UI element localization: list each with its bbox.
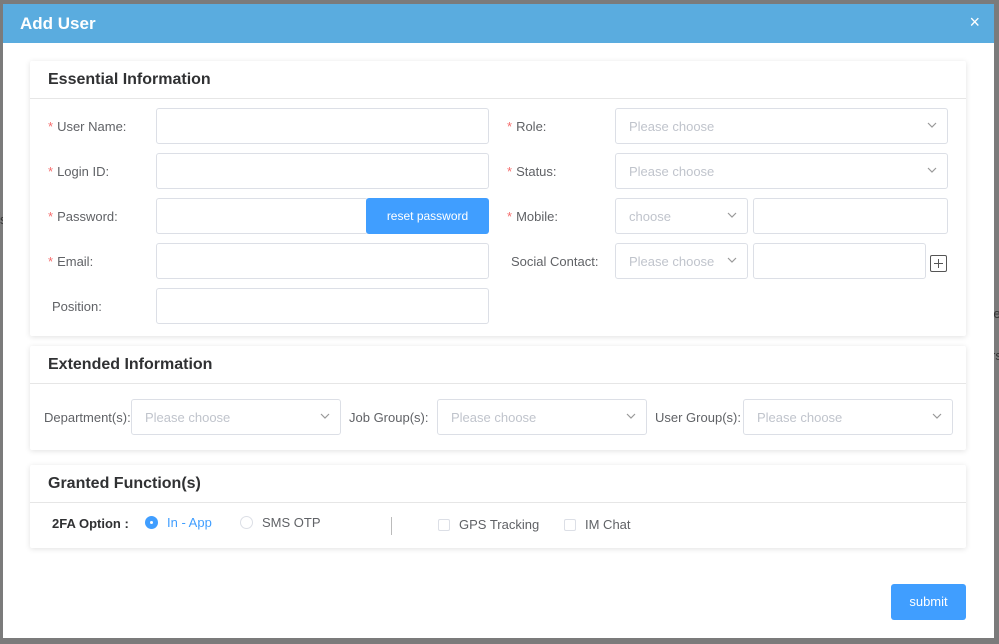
status-select[interactable]: Please choose (615, 153, 948, 189)
required-mark: * (507, 164, 513, 179)
job-group-label: Job Group(s): (349, 410, 429, 425)
user-group-select[interactable]: Please choose (743, 399, 953, 435)
job-group-placeholder: Please choose (451, 410, 537, 425)
options-divider (391, 517, 392, 535)
granted-functions-section: Granted Function(s) 2FA Option : In - Ap… (30, 465, 966, 548)
chevron-down-icon (927, 122, 937, 128)
dialog-title: Add User (20, 14, 96, 33)
chevron-down-icon (320, 413, 330, 419)
chevron-down-icon (626, 413, 636, 419)
mobile-label: * Mobile: (507, 209, 558, 224)
user-name-input[interactable] (156, 108, 489, 144)
status-label: * Status: (507, 164, 557, 179)
im-chat-checkbox[interactable] (564, 519, 576, 531)
required-mark: * (48, 254, 54, 269)
submit-button[interactable]: submit (891, 584, 966, 620)
social-contact-placeholder: Please choose (629, 254, 715, 269)
social-contact-input[interactable] (753, 243, 926, 279)
gps-tracking-label[interactable]: GPS Tracking (459, 517, 539, 532)
im-chat-label[interactable]: IM Chat (585, 517, 631, 532)
radio-sms-otp-label[interactable]: SMS OTP (262, 515, 321, 530)
department-select[interactable]: Please choose (131, 399, 341, 435)
essential-information-heading: Essential Information (30, 61, 966, 99)
job-group-select[interactable]: Please choose (437, 399, 647, 435)
dialog-title-bar: Add User × (3, 4, 994, 43)
status-placeholder: Please choose (629, 164, 715, 179)
login-id-input[interactable] (156, 153, 489, 189)
mobile-number-input[interactable] (753, 198, 948, 234)
password-input[interactable] (156, 198, 368, 234)
extended-information-heading: Extended Information (30, 346, 966, 384)
user-group-label: User Group(s): (655, 410, 741, 425)
mobile-code-select[interactable]: choose (615, 198, 748, 234)
essential-information-section: Essential Information * User Name: * Login… (30, 61, 966, 336)
chevron-down-icon (727, 257, 737, 263)
radio-in-app-label[interactable]: In - App (167, 515, 212, 530)
role-placeholder: Please choose (629, 119, 715, 134)
user-group-placeholder: Please choose (757, 410, 843, 425)
reset-password-button[interactable]: reset password (366, 198, 489, 234)
plus-square-icon[interactable] (930, 255, 947, 272)
password-label: * Password: (48, 209, 118, 224)
add-user-dialog: Add User × Essential Information * User N… (3, 4, 994, 638)
role-label: * Role: (507, 119, 547, 134)
radio-sms-otp[interactable] (240, 516, 253, 529)
chevron-down-icon (727, 212, 737, 218)
required-mark: * (507, 209, 513, 224)
department-placeholder: Please choose (145, 410, 231, 425)
social-contact-label: Social Contact: (511, 254, 599, 269)
social-contact-select[interactable]: Please choose (615, 243, 748, 279)
login-id-label: * Login ID: (48, 164, 110, 179)
twofa-option-label: 2FA Option : (52, 516, 129, 531)
mobile-code-placeholder: choose (629, 209, 671, 224)
user-name-label: * User Name: (48, 119, 127, 134)
required-mark: * (507, 119, 513, 134)
chevron-down-icon (927, 167, 937, 173)
position-label: Position: (52, 299, 102, 314)
required-mark: * (48, 119, 54, 134)
close-icon[interactable]: × (969, 13, 980, 31)
required-mark: * (48, 209, 54, 224)
email-input[interactable] (156, 243, 489, 279)
chevron-down-icon (932, 413, 942, 419)
email-label: * Email: (48, 254, 94, 269)
radio-in-app[interactable] (145, 516, 158, 529)
role-select[interactable]: Please choose (615, 108, 948, 144)
extended-information-section: Extended Information Department(s): Plea… (30, 346, 966, 450)
position-input[interactable] (156, 288, 489, 324)
gps-tracking-checkbox[interactable] (438, 519, 450, 531)
required-mark: * (48, 164, 54, 179)
granted-functions-heading: Granted Function(s) (30, 465, 966, 503)
department-label: Department(s): (44, 410, 131, 425)
